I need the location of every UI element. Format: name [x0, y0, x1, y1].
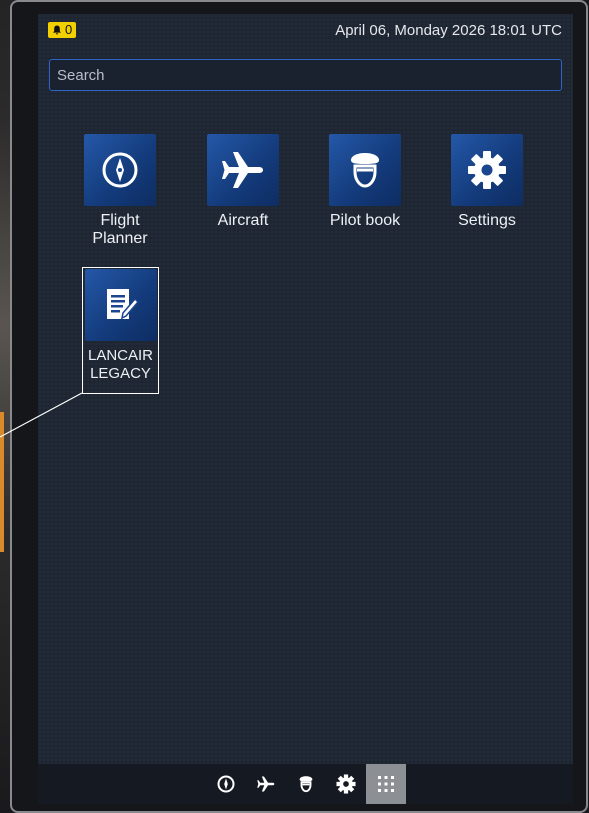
dock-aircraft[interactable] — [246, 764, 286, 804]
app-pilot-book[interactable]: Pilot book — [310, 134, 420, 230]
document-icon — [106, 289, 139, 320]
compass-icon — [217, 775, 234, 793]
app-tile[interactable] — [84, 269, 157, 341]
dock-settings[interactable] — [326, 764, 366, 804]
app-label: Pilot book — [329, 212, 401, 229]
notification-badge[interactable]: 0 — [48, 22, 77, 38]
airplane-icon — [222, 152, 263, 188]
dock-app-grid[interactable] — [365, 764, 406, 804]
side-accent-strip — [0, 412, 4, 552]
app-label: Settings — [458, 212, 516, 229]
bell-icon — [53, 25, 61, 35]
app-flight-planner[interactable]: Flight Planner — [65, 134, 175, 248]
scene: 0 April 06, Monday 2026 18:01 UTC Flight… — [0, 0, 589, 813]
datetime-display: April 06, Monday 2026 18:01 UTC — [335, 22, 562, 39]
app-tile[interactable] — [84, 134, 156, 206]
app-lancair-legacy[interactable]: LANCAIR LEGACY — [82, 267, 159, 394]
status-bar: 0 April 06, Monday 2026 18:01 UTC — [38, 14, 573, 46]
compass-icon — [102, 152, 138, 188]
app-aircraft[interactable]: Aircraft — [188, 134, 298, 230]
pilot-icon — [351, 153, 379, 188]
app-label: LANCAIR LEGACY — [87, 347, 154, 382]
search-input[interactable] — [49, 59, 562, 91]
app-label: Aircraft — [217, 212, 269, 229]
grid-icon — [377, 776, 394, 792]
bottom-dock — [38, 764, 573, 804]
gear-icon — [468, 151, 506, 189]
notification-count: 0 — [65, 22, 73, 37]
app-tile[interactable] — [329, 134, 401, 206]
app-settings[interactable]: Settings — [432, 134, 542, 230]
tablet-screen: 0 April 06, Monday 2026 18:01 UTC Flight… — [38, 14, 573, 804]
dock-pilot-book[interactable] — [286, 764, 326, 804]
airplane-icon — [256, 776, 274, 792]
app-tile[interactable] — [451, 134, 523, 206]
dock-flight-planner[interactable] — [206, 764, 246, 804]
gear-icon — [335, 774, 356, 794]
app-tile[interactable] — [207, 134, 279, 206]
pilot-icon — [299, 776, 312, 793]
app-label: Flight Planner — [92, 212, 148, 247]
